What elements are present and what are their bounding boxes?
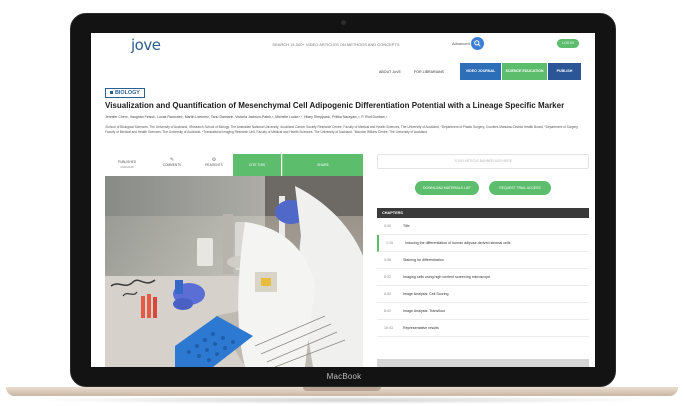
category-badge[interactable]: BIOLOGY — [105, 88, 145, 98]
device-label: MacBook — [326, 372, 362, 381]
login-button[interactable]: LOG IN — [557, 39, 579, 48]
chapter-title: Title — [403, 224, 410, 228]
nav-link-about[interactable]: ABOUT JoVE — [379, 65, 401, 79]
chapter-item[interactable]: 10:43 Representative results — [377, 320, 589, 337]
chapter-item[interactable]: 3:36 Staining for differentiation — [377, 252, 589, 269]
article-affiliations: ¹School of Biological Sciences, The Univ… — [105, 125, 579, 134]
lab-scene-image — [105, 176, 363, 367]
chapter-item[interactable]: 6:52 Image Analysis: Cell Scoring — [377, 286, 589, 303]
chapter-title: Staining for differentiation — [403, 258, 444, 262]
chapter-time: 1:15 — [386, 241, 393, 245]
download-materials-button[interactable]: DOWNLOAD MATERIALS LIST — [415, 181, 479, 195]
chapter-title: Inducing the differentiation of human ad… — [405, 241, 511, 245]
chapter-time: 10:43 — [384, 326, 393, 330]
nav-publish[interactable]: PUBLISH — [548, 63, 581, 80]
chapter-time: 0:00 — [384, 224, 391, 228]
category-square-icon — [110, 91, 113, 95]
article-authors: Jennifer Chen¹, Vaughan Feisst¹, Lucas R… — [105, 115, 388, 119]
chapter-title: Image Analysis: Cell Scoring — [403, 292, 449, 296]
chapter-list: 0:00 Title 1:15 Inducing the differentiati… — [377, 218, 589, 367]
camera-icon — [341, 20, 346, 25]
search-button[interactable] — [471, 37, 484, 50]
jove-logo[interactable]: jove — [131, 36, 161, 54]
chapter-time: 6:52 — [384, 292, 391, 296]
share-button[interactable]: SHARE — [282, 154, 363, 176]
reagents-label: REAGENTS — [205, 163, 223, 167]
tab-comments[interactable]: ✎ COMMENTS — [149, 154, 195, 176]
chapter-title: Image Analysis: Transflour — [403, 309, 446, 313]
published-label: PUBLISHED — [117, 160, 137, 164]
chapter-item[interactable]: 5:32 Imaging cells using high content scr… — [377, 269, 589, 286]
advanced-search-link[interactable]: Advanced — [452, 41, 470, 46]
chapter-item-active[interactable]: 1:15 Inducing the differentiation of huma… — [377, 235, 589, 252]
chapter-time: 8:42 — [384, 309, 391, 313]
banner-ad[interactable]: YOUR ARTICLE BANNER ADS HERE — [377, 154, 589, 169]
request-trial-button[interactable]: REQUEST TRIAL ACCESS — [489, 181, 551, 195]
tab-reagents[interactable]: ⚙ REAGENTS — [195, 154, 233, 176]
nav-video-journal[interactable]: VIDEO JOURNAL — [460, 63, 501, 80]
chapter-item[interactable]: 8:42 Image Analysis: Transflour — [377, 303, 589, 320]
laptop-shadow — [30, 396, 654, 404]
chapter-time: 3:36 — [384, 258, 391, 262]
chapter-title: Imaging cells using high content screeni… — [403, 275, 491, 279]
article-title: Visualization and Quantification of Mese… — [105, 101, 565, 110]
video-player[interactable] — [105, 176, 363, 367]
product-mockup: MacBook jove Advanced LOG IN ABOUT JoVE … — [0, 0, 684, 406]
comments-label: COMMENTS — [162, 163, 182, 167]
nav-science-education[interactable]: SCIENCE EDUCATION — [502, 63, 547, 80]
chapter-list-footer — [377, 359, 589, 367]
chapter-time: 5:32 — [384, 275, 391, 279]
nav-link-librarians[interactable]: FOR LIBRARIANS — [414, 65, 444, 79]
cite-button[interactable]: CITE THIS — [233, 154, 281, 176]
search-icon — [474, 40, 481, 47]
laptop-screen: jove Advanced LOG IN ABOUT JoVE FOR LIBR… — [91, 33, 595, 367]
site-header: jove Advanced LOG IN — [91, 33, 595, 55]
category-label: BIOLOGY — [115, 90, 140, 96]
tab-published: PUBLISHED 2/20/2020 — [105, 154, 149, 176]
laptop-notch — [303, 387, 381, 391]
published-date: 2/20/2020 — [120, 165, 134, 169]
search-input[interactable] — [221, 40, 451, 49]
chapter-item[interactable]: 0:00 Title — [377, 218, 589, 235]
chapters-header: CHAPTERS — [377, 208, 589, 218]
chapter-title: Representative results — [403, 326, 439, 330]
